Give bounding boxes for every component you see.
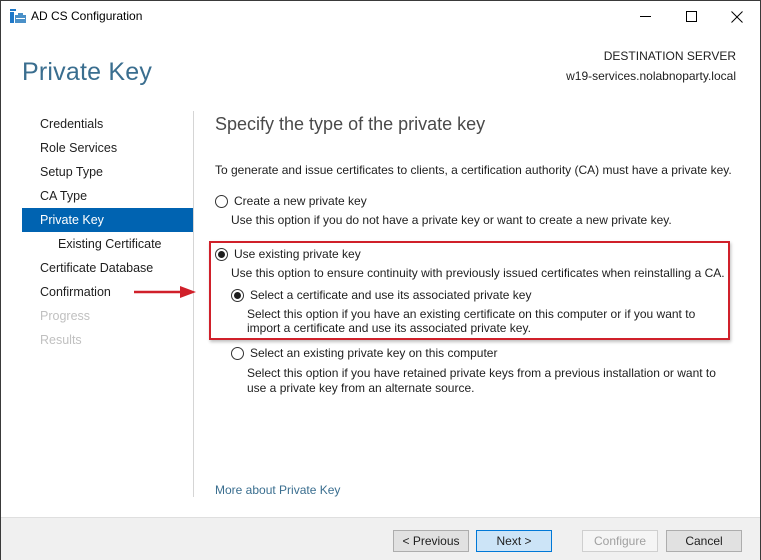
- destination-server-label: DESTINATION SERVER: [603, 49, 736, 63]
- title-bar[interactable]: AD CS Configuration: [1, 1, 760, 32]
- radio-create-new-private-key[interactable]: Create a new private key: [215, 194, 367, 208]
- nav-item-results: Results: [40, 333, 82, 347]
- more-about-private-key-link[interactable]: More about Private Key: [215, 483, 340, 497]
- nav-item-progress: Progress: [40, 309, 91, 323]
- radio-label: Use existing private key: [234, 247, 361, 261]
- radio-use-existing-private-key[interactable]: Use existing private key: [215, 247, 361, 261]
- destination-server-name: w19-services.nolabnoparty.local: [566, 69, 736, 83]
- nav-item-existing-certificate[interactable]: Existing Certificate: [22, 232, 193, 256]
- radio-label: Select a certificate and use its associa…: [250, 288, 532, 302]
- radio-select-existing-key[interactable]: Select an existing private key on this c…: [231, 346, 497, 360]
- radio-button-checked[interactable]: [231, 288, 244, 302]
- radio-button-checked[interactable]: [215, 247, 228, 261]
- nav-item-credentials[interactable]: Credentials: [22, 112, 193, 136]
- radio-select-certificate[interactable]: Select a certificate and use its associa…: [231, 288, 531, 302]
- window-title: AD CS Configuration: [31, 9, 143, 23]
- nav-item-certificate-database[interactable]: Certificate Database: [22, 256, 193, 280]
- server-manager-icon: [10, 9, 26, 23]
- wizard-navigation: Credentials Role Services Setup Type CA …: [22, 112, 193, 352]
- configure-button: Configure: [582, 530, 658, 552]
- select-certificate-description-line1: Select this option if you have an existi…: [247, 307, 696, 321]
- nav-item-ca-type[interactable]: CA Type: [22, 184, 193, 208]
- close-icon: [731, 10, 743, 23]
- select-certificate-description-line2: import a certificate and use its associa…: [247, 321, 531, 335]
- annotation-arrow-icon: [134, 286, 196, 298]
- minimize-icon: [639, 16, 651, 17]
- radio-label: Select an existing private key on this c…: [250, 346, 498, 360]
- create-new-description: Use this option if you do not have a pri…: [231, 213, 672, 227]
- page-title: Private Key: [22, 58, 153, 86]
- nav-item-private-key[interactable]: Private Key: [22, 208, 193, 232]
- cancel-button[interactable]: Cancel: [666, 530, 742, 552]
- maximize-button[interactable]: [668, 1, 714, 32]
- radio-label: Create a new private key: [234, 194, 367, 208]
- select-existing-key-description-line2: use a private key from an alternate sour…: [247, 381, 475, 395]
- next-button[interactable]: Next >: [476, 530, 552, 552]
- wizard-footer: < Previous Next > Configure Cancel: [1, 517, 760, 560]
- radio-button-unchecked[interactable]: [215, 194, 228, 208]
- intro-text: To generate and issue certificates to cl…: [215, 163, 732, 177]
- nav-divider: [193, 111, 194, 497]
- minimize-button[interactable]: [622, 1, 668, 32]
- nav-item-role-services[interactable]: Role Services: [22, 136, 193, 160]
- nav-item-setup-type[interactable]: Setup Type: [22, 160, 193, 184]
- use-existing-description: Use this option to ensure continuity wit…: [231, 266, 725, 280]
- maximize-icon: [685, 11, 697, 22]
- select-existing-key-description-line1: Select this option if you have retained …: [247, 366, 716, 380]
- previous-button[interactable]: < Previous: [393, 530, 469, 552]
- section-title: Specify the type of the private key: [215, 114, 486, 134]
- close-button[interactable]: [714, 1, 760, 32]
- ad-cs-configuration-window: AD CS Configuration Private Key DESTINAT…: [0, 0, 761, 560]
- radio-button-unchecked[interactable]: [231, 346, 244, 360]
